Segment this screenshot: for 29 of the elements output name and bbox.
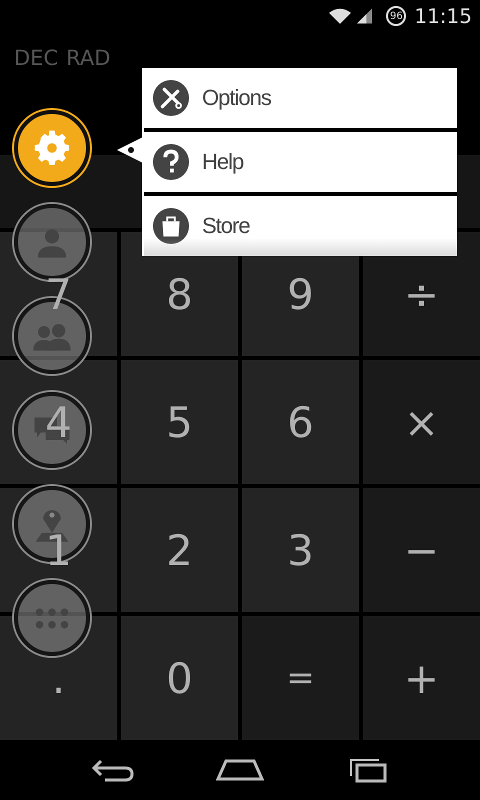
home-icon[interactable]: [216, 759, 264, 781]
wifi-icon: [329, 8, 352, 24]
apps-grid-icon: [33, 606, 71, 630]
calculator-key[interactable]: .: [0, 616, 117, 740]
back-icon[interactable]: [90, 757, 135, 783]
calculator-key[interactable]: 4: [0, 360, 117, 484]
calculator-key[interactable]: 2: [121, 488, 238, 612]
menu-item[interactable]: Options: [144, 68, 457, 128]
calculator-key[interactable]: ×: [363, 360, 480, 484]
side-menu-button[interactable]: [14, 110, 90, 186]
calculator-key[interactable]: +: [363, 616, 480, 740]
calculator-key[interactable]: −: [363, 488, 480, 612]
calculator-key[interactable]: 6: [242, 360, 359, 484]
clock: 11:15: [414, 4, 472, 28]
angle-mode-label: RAD: [66, 46, 110, 70]
gear-icon: [34, 130, 70, 166]
side-menu-button[interactable]: [14, 392, 90, 468]
battery-indicator: 96: [386, 6, 406, 26]
shopping-bag-icon: [152, 207, 190, 245]
menu-item[interactable]: Store: [144, 196, 457, 256]
calculator-key[interactable]: 3: [242, 488, 359, 612]
calculator-key[interactable]: 0: [121, 616, 238, 740]
signal-icon: [357, 8, 372, 24]
help-icon: [152, 143, 190, 181]
menu-item[interactable]: Help: [144, 132, 457, 192]
calculator-key[interactable]: =: [242, 616, 359, 740]
angle-mode-label: DEC: [14, 46, 58, 70]
calculator-key[interactable]: 5: [121, 360, 238, 484]
tools-icon: [152, 79, 190, 117]
